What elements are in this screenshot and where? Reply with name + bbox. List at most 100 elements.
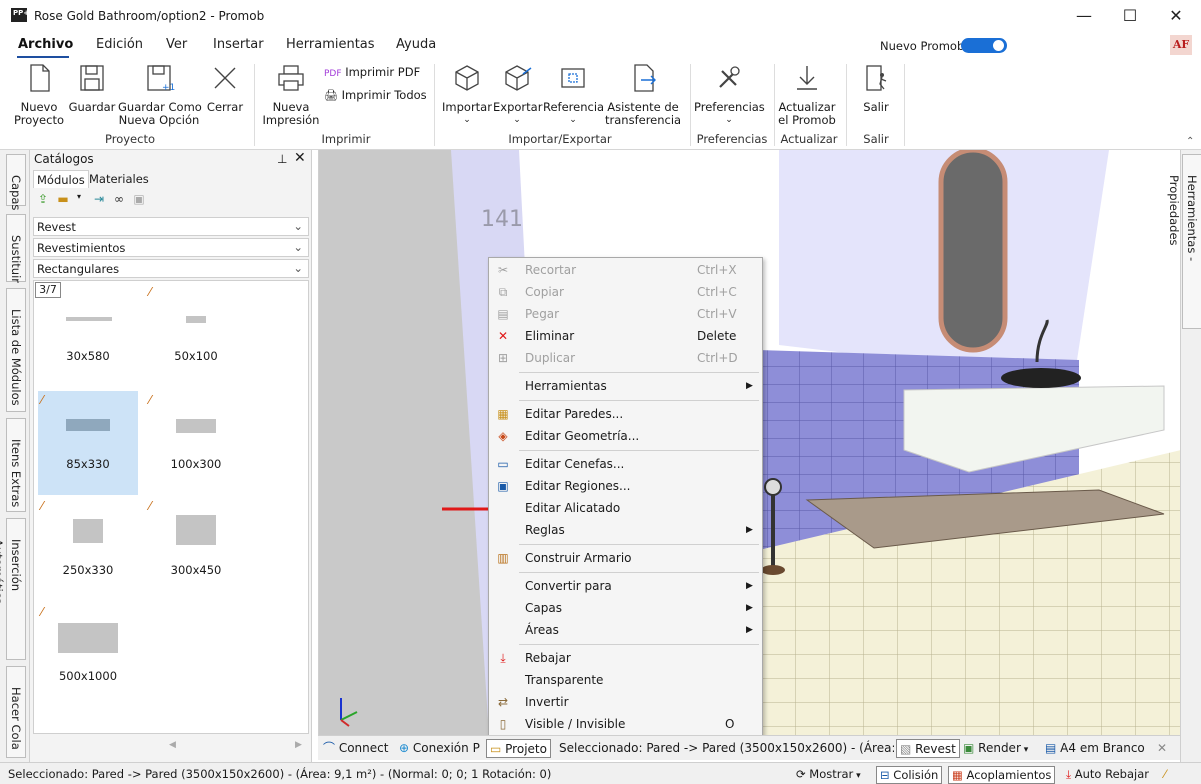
actualizar-button[interactable]: Actualizar el Promob — [776, 62, 838, 127]
copy-icon: ⧉ — [498, 285, 508, 299]
menu-item-editar-paredes[interactable]: ▦ Editar Paredes... — [489, 403, 762, 425]
tab-capas[interactable]: Capas — [6, 154, 26, 210]
reference-icon — [561, 68, 585, 88]
preferencias-button[interactable]: Preferencias ⌄ — [694, 62, 765, 127]
menu-item-convertir-para[interactable]: Convertir para ▶ — [489, 575, 762, 597]
cerrar-button[interactable]: Cerrar — [204, 62, 246, 114]
menu-item-areas[interactable]: Áreas ▶ — [489, 619, 762, 641]
maximize-button[interactable]: ☐ — [1107, 0, 1153, 32]
module-item[interactable]: ⁄ 100x300 — [146, 391, 246, 495]
close-tab-icon[interactable]: ✕ — [1154, 739, 1170, 758]
menu-insertar[interactable]: Insertar — [213, 37, 264, 52]
menu-item-editar-geometria[interactable]: ◈ Editar Geometría... — [489, 425, 762, 447]
menu-item-eliminar[interactable]: ✕ Eliminar Delete — [489, 325, 762, 347]
tab-hacer-cola[interactable]: Hacer Cola — [6, 666, 26, 758]
submenu-arrow-icon: ▶ — [746, 525, 753, 535]
menu-item-recortar[interactable]: ✂ Recortar Ctrl+X — [489, 259, 762, 281]
download-icon — [797, 66, 817, 90]
tab-modulos[interactable]: Módulos — [33, 170, 89, 188]
scroll-left-icon[interactable]: ◀ — [169, 740, 176, 750]
tab-materiales[interactable]: Materiales — [86, 170, 152, 188]
menu-ver[interactable]: Ver — [166, 37, 187, 52]
submenu-arrow-icon: ▶ — [746, 625, 753, 635]
menu-item-reglas[interactable]: Reglas ▶ — [489, 519, 762, 541]
close-panel-icon[interactable]: ✕ — [294, 150, 306, 166]
chevron-down-icon[interactable]: ▾ — [70, 192, 88, 208]
tab-lista-modulos[interactable]: Lista de Módulos — [6, 288, 26, 412]
salir-button[interactable]: Salir — [854, 62, 898, 114]
menu-item-visible-invisible[interactable]: ▯ Visible / Invisible O — [489, 713, 762, 735]
imprimir-todos-button[interactable]: 🖨 Imprimir Todos — [324, 89, 428, 103]
menu-item-duplicar[interactable]: ⊞ Duplicar Ctrl+D — [489, 347, 762, 369]
imprimir-pdf-button[interactable]: PDF Imprimir PDF — [324, 66, 420, 81]
insert-icon[interactable]: ⇥ — [90, 192, 108, 208]
scroll-right-icon[interactable]: ▶ — [295, 740, 302, 750]
wand-icon[interactable]: ⁄ — [1164, 766, 1166, 782]
referencia-button[interactable]: Referencia ⌄ — [543, 62, 604, 127]
category-select[interactable]: Revestimientos ⌄ — [33, 238, 309, 257]
menu-item-capas[interactable]: Capas ▶ — [489, 597, 762, 619]
guardar-button[interactable]: Guardar — [68, 62, 116, 114]
menu-item-rebajar[interactable]: ⤓ Rebajar — [489, 647, 762, 669]
menu-item-editar-alicatado[interactable]: Editar Alicatado — [489, 497, 762, 519]
tree-up-icon[interactable]: ⇪ — [34, 192, 52, 208]
module-item-selected[interactable]: ⁄ 85x330 — [38, 391, 138, 495]
chevron-down-icon: ⌄ — [293, 261, 303, 275]
guardar-como-button[interactable]: +1 Guardar Como Nueva Opción — [118, 62, 202, 127]
menu-item-invertir[interactable]: ⇄ Invertir — [489, 691, 762, 713]
menu-herramientas[interactable]: Herramientas — [286, 37, 375, 52]
module-item[interactable]: ⁄ 250x330 — [38, 497, 138, 601]
walls-icon: ▦ — [497, 407, 509, 421]
close-button[interactable]: ✕ — [1153, 0, 1199, 32]
tab-revest[interactable]: ▧ Revest — [896, 739, 960, 758]
mostrar-dropdown[interactable]: ⟳ Mostrar ▾ — [796, 766, 861, 784]
tab-connect[interactable]: ⌒ Connect — [320, 739, 391, 758]
minimize-button[interactable]: — — [1061, 0, 1107, 32]
tab-render[interactable]: ▣ Render ▾ — [960, 739, 1031, 758]
subcategory-select[interactable]: Rectangulares ⌄ — [33, 259, 309, 278]
menu-item-copiar[interactable]: ⧉ Copiar Ctrl+C — [489, 281, 762, 303]
nuevo-proyecto-button[interactable]: Nuevo Proyecto — [10, 62, 68, 127]
colision-toggle[interactable]: ⊟ Colisión — [876, 766, 943, 784]
filter-icon[interactable]: ▣ — [130, 192, 148, 208]
import-cube-icon — [455, 65, 479, 91]
lower-icon: ⤓ — [500, 651, 506, 665]
module-item[interactable]: ⁄ 30x580 — [38, 283, 138, 387]
tab-herramientas-propiedades[interactable]: Herramientas - Propiedades — [1167, 154, 1201, 329]
chevron-down-icon: ▾ — [1020, 745, 1029, 755]
auto-rebajar-toggle[interactable]: ⤓ Auto Rebajar — [1066, 766, 1149, 782]
ribbon-separator — [434, 64, 435, 146]
module-item[interactable]: ⁄ 300x450 — [146, 497, 246, 601]
acoplamientos-toggle[interactable]: ▦ Acoplamientos — [948, 766, 1056, 784]
tab-insercion-automatica[interactable]: Inserción Automática — [0, 518, 26, 660]
menu-ayuda[interactable]: Ayuda — [396, 37, 436, 52]
menu-archivo[interactable]: Archivo — [18, 37, 73, 52]
module-item[interactable]: ⁄ 50x100 — [146, 283, 246, 387]
nuevo-promob-toggle[interactable] — [961, 38, 1007, 53]
asistente-transferencia-button[interactable]: Asistente de transferencia — [605, 62, 681, 127]
exit-icon — [866, 65, 887, 91]
menu-item-editar-cenefas[interactable]: ▭ Editar Cenefas... — [489, 453, 762, 475]
tab-projeto[interactable]: ▭ Projeto — [486, 739, 551, 758]
module-item[interactable]: ⁄ 500x1000 — [38, 603, 138, 707]
binoculars-icon[interactable]: ∞ — [110, 192, 128, 208]
user-avatar[interactable]: AF — [1170, 35, 1192, 55]
menu-item-construir-armario[interactable]: ▥ Construir Armario — [489, 547, 762, 569]
tab-sustituir[interactable]: Sustituir — [6, 214, 26, 283]
horizontal-scrollbar[interactable]: ◀ ▶ — [33, 739, 309, 753]
nueva-impresion-button[interactable]: Nueva Impresión — [262, 62, 320, 127]
tab-a4[interactable]: ▤ A4 em Branco — [1042, 739, 1148, 758]
collapse-ribbon-icon[interactable]: ⌃ — [1186, 136, 1194, 147]
tab-selection-info[interactable]: Seleccionado: Pared -> Pared (3500x150x2… — [556, 739, 894, 758]
library-select[interactable]: Revest ⌄ — [33, 217, 309, 236]
tab-conexion[interactable]: ⊕ Conexión P — [396, 739, 483, 758]
menu-item-transparente[interactable]: Transparente — [489, 669, 762, 691]
menu-item-pegar[interactable]: ▤ Pegar Ctrl+V — [489, 303, 762, 325]
tab-itens-extras[interactable]: Itens Extras — [6, 418, 26, 512]
importar-button[interactable]: Importar ⌄ — [442, 62, 492, 127]
pin-icon[interactable]: ⊥ — [277, 152, 287, 166]
menu-edicion[interactable]: Edición — [96, 37, 143, 52]
exportar-button[interactable]: Exportar ⌄ — [493, 62, 542, 127]
menu-item-editar-regiones[interactable]: ▣ Editar Regiones... — [489, 475, 762, 497]
menu-item-herramientas[interactable]: Herramientas ▶ — [489, 375, 762, 397]
